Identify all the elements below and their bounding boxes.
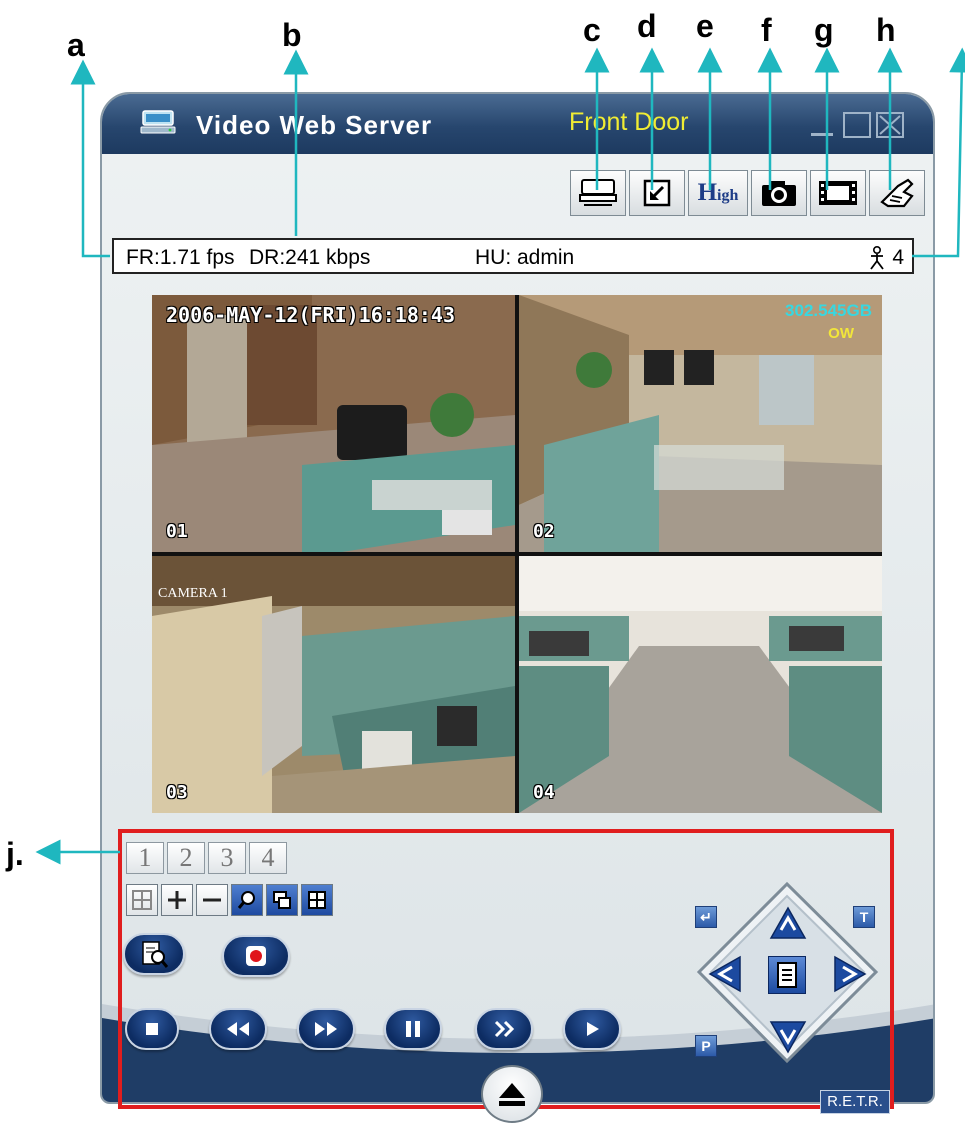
overwrite-indicator: OW: [828, 325, 854, 342]
callout-c: c: [583, 12, 601, 48]
fast-forward-button[interactable]: [297, 1008, 355, 1050]
camera-image-4: [519, 556, 882, 813]
status-bar: FR:1.71 fps DR:241 kbps HU: admin 4: [112, 238, 914, 274]
minimize-button[interactable]: [808, 112, 836, 138]
ptz-up-icon[interactable]: [769, 906, 807, 940]
close-icon: [879, 115, 901, 135]
grid-view-icon: [308, 891, 326, 909]
ptz-left-icon[interactable]: [708, 955, 742, 993]
disk-space: 302.545GB: [785, 301, 872, 320]
zoom-in-icon: [168, 891, 186, 909]
channel-label-2: 02: [533, 521, 555, 542]
retr-button[interactable]: R.E.T.R.: [820, 1090, 890, 1114]
title-bar[interactable]: Video Web Server Front Door: [102, 94, 933, 154]
callout-a: a: [67, 27, 85, 63]
current-user: HU: admin: [475, 246, 575, 269]
view-controls: [126, 884, 333, 916]
search-icon: [237, 891, 255, 909]
channel-button-1[interactable]: 1: [126, 842, 164, 874]
channel-label-4: 04: [533, 782, 555, 803]
zoom-out-icon: [203, 898, 221, 902]
rewind-button[interactable]: [209, 1008, 267, 1050]
double-chevron-icon: [494, 1020, 515, 1038]
settings-button[interactable]: [869, 170, 925, 216]
rewind-icon: [227, 1022, 249, 1036]
search-zoom-button[interactable]: [231, 884, 263, 916]
video-pane-3[interactable]: CAMERA 1 03: [152, 556, 515, 813]
timestamp: 2006-MAY-12(FRI)16:18:43: [166, 303, 455, 327]
camera-name-label: CAMERA 1: [158, 586, 228, 601]
callout-h: h: [876, 12, 896, 48]
app-title: Video Web Server: [196, 110, 433, 140]
fast-forward-icon: [315, 1022, 337, 1036]
eject-button[interactable]: [481, 1065, 543, 1123]
callout-b: b: [282, 17, 302, 53]
user-icon: [870, 246, 885, 270]
play-icon: [587, 1022, 599, 1036]
minimize-view-button[interactable]: [629, 170, 685, 216]
document-icon: [777, 962, 797, 988]
record-button[interactable]: [810, 170, 866, 216]
toolbar: High: [570, 170, 925, 216]
record-icon: [246, 946, 266, 966]
channel-button-3[interactable]: 3: [208, 842, 246, 874]
ptz-enter-button[interactable]: ↵: [695, 906, 717, 928]
online-user-count: 4: [866, 246, 904, 270]
snapshot-button[interactable]: [751, 170, 807, 216]
ptz-down-icon[interactable]: [769, 1020, 807, 1054]
pause-icon: [406, 1021, 420, 1037]
ptz-tele-button[interactable]: T: [853, 906, 875, 928]
close-button[interactable]: [876, 112, 904, 138]
stop-icon: [146, 1023, 158, 1035]
quad-view-icon: [132, 890, 152, 910]
grid-view-button[interactable]: [301, 884, 333, 916]
play-button[interactable]: [563, 1008, 621, 1050]
film-icon: [819, 181, 857, 205]
channel-button-4[interactable]: 4: [249, 842, 287, 874]
pause-button[interactable]: [384, 1008, 442, 1050]
channel-label-1: 01: [166, 521, 188, 542]
zoom-out-button[interactable]: [196, 884, 228, 916]
data-rate: DR:241 kbps: [249, 246, 371, 269]
camera-image-1: [152, 295, 515, 552]
callout-g: g: [814, 12, 834, 48]
eject-icon: [499, 1083, 525, 1106]
callout-j: j.: [6, 836, 24, 872]
quality-label: High: [697, 179, 739, 206]
pip-button[interactable]: [266, 884, 298, 916]
ptz-preset-button[interactable]: P: [695, 1035, 717, 1057]
stop-button[interactable]: [125, 1008, 179, 1050]
maximize-button[interactable]: [843, 112, 871, 138]
hand-icon: [880, 178, 914, 208]
video-display[interactable]: 01 302.545GB OW 02 CAMERA 1 03 04 2006-M…: [152, 295, 882, 813]
video-pane-2[interactable]: 302.545GB OW 02: [519, 295, 882, 552]
channel-button-2[interactable]: 2: [167, 842, 205, 874]
callout-e: e: [696, 8, 714, 44]
ptz-right-icon[interactable]: [833, 955, 867, 993]
minimize-view-icon: [643, 179, 671, 207]
camera-icon: [762, 181, 796, 206]
video-pane-4[interactable]: 04: [519, 556, 882, 813]
frame-rate: FR:1.71 fps: [126, 246, 235, 269]
search-button[interactable]: [123, 933, 185, 975]
server-icon: [140, 110, 176, 134]
channel-selector: 1 2 3 4: [126, 842, 287, 874]
video-pane-1[interactable]: 01: [152, 295, 515, 552]
channel-label-3: 03: [166, 782, 188, 803]
zoom-in-button[interactable]: [161, 884, 193, 916]
camera-title: Front Door: [569, 108, 689, 136]
record-start-button[interactable]: [222, 935, 290, 977]
network-button[interactable]: [570, 170, 626, 216]
ptz-menu-button[interactable]: [768, 956, 806, 994]
search-record-icon: [142, 941, 169, 968]
callout-d: d: [637, 8, 657, 44]
callout-f: f: [761, 12, 772, 48]
pip-icon: [273, 891, 291, 909]
quad-view-button[interactable]: [126, 884, 158, 916]
step-forward-button[interactable]: [475, 1008, 533, 1050]
network-icon: [579, 179, 617, 206]
quality-button[interactable]: High: [688, 170, 748, 216]
